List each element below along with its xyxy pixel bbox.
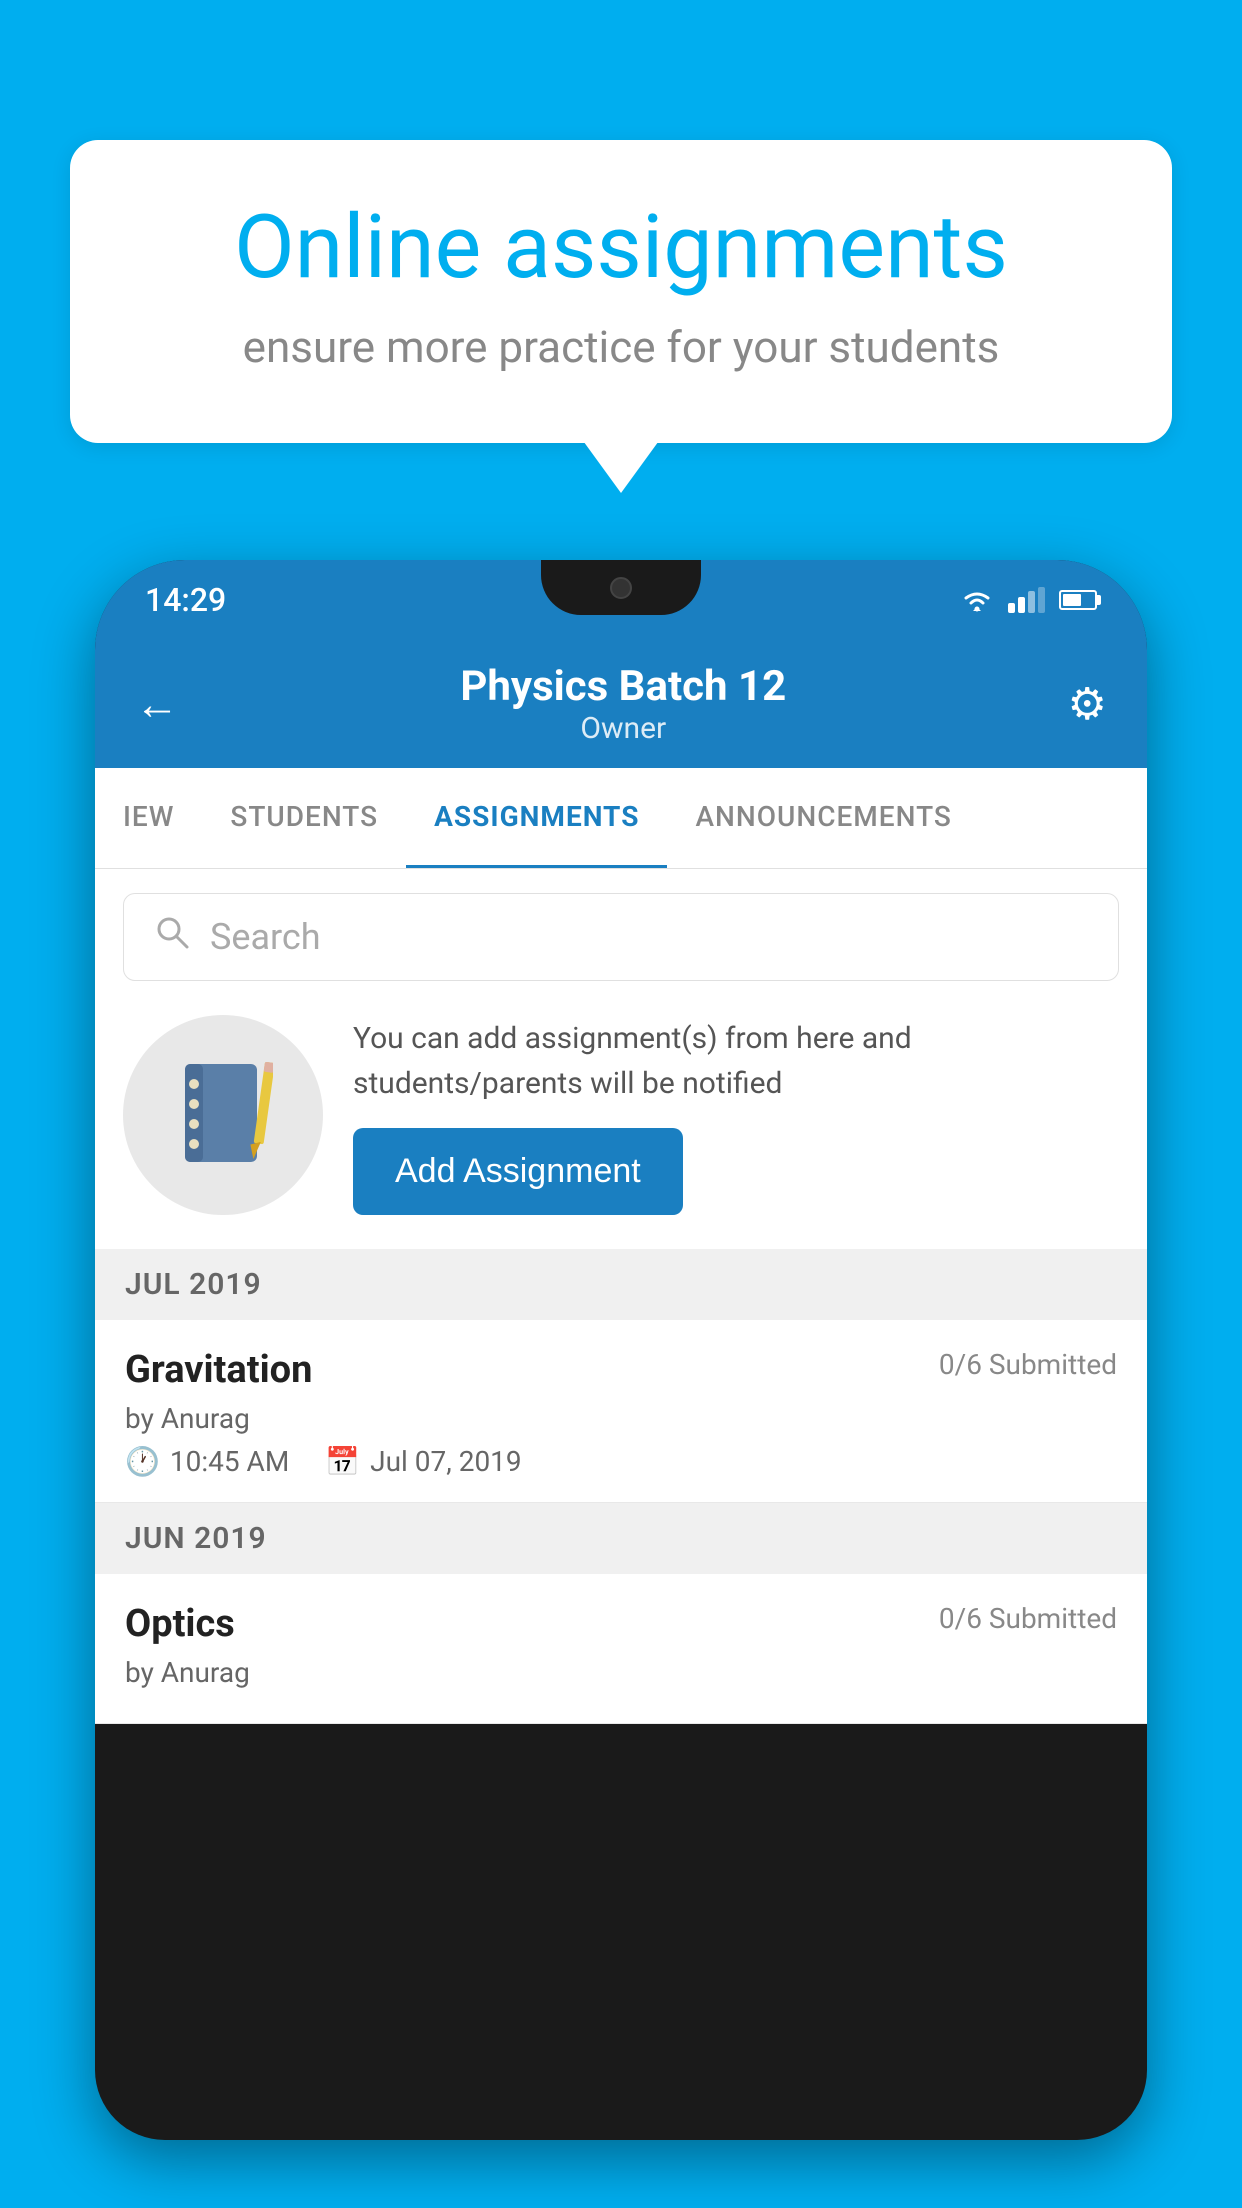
header-title-group: Physics Batch 12 Owner: [460, 662, 786, 746]
meta-date: 📅 Jul 07, 2019: [325, 1445, 521, 1478]
phone-wrapper: 14:29: [95, 560, 1147, 2208]
assignment-meta-gravitation: 🕐 10:45 AM 📅 Jul 07, 2019: [125, 1445, 1117, 1478]
assignment-date: Jul 07, 2019: [370, 1445, 522, 1478]
promo-text-group: You can add assignment(s) from here and …: [353, 1016, 1119, 1215]
promo-description: You can add assignment(s) from here and …: [353, 1016, 1119, 1106]
settings-icon[interactable]: ⚙: [1068, 678, 1107, 730]
assignment-title-gravitation: Gravitation: [125, 1348, 312, 1392]
phone-frame: 14:29: [95, 560, 1147, 2140]
speech-bubble-container: Online assignments ensure more practice …: [70, 140, 1172, 443]
phone-notch: [541, 560, 701, 615]
status-time: 14:29: [145, 581, 226, 619]
assignment-row-top-optics: Optics 0/6 Submitted: [125, 1602, 1117, 1646]
assignment-time: 10:45 AM: [170, 1445, 289, 1478]
notch-camera: [610, 577, 632, 599]
promo-block: You can add assignment(s) from here and …: [123, 1005, 1119, 1225]
speech-bubble-title: Online assignments: [150, 200, 1092, 297]
clock-icon: 🕐: [125, 1445, 160, 1478]
assignment-by-optics: by Anurag: [125, 1656, 1117, 1689]
wifi-icon: [960, 587, 994, 613]
back-button[interactable]: ←: [135, 678, 179, 730]
speech-bubble: Online assignments ensure more practice …: [70, 140, 1172, 443]
battery-icon: [1059, 590, 1097, 610]
search-icon: [154, 914, 190, 960]
content-area: Search: [95, 869, 1147, 1724]
battery-fill: [1063, 594, 1081, 606]
speech-bubble-subtitle: ensure more practice for your students: [150, 321, 1092, 373]
search-placeholder: Search: [210, 916, 321, 958]
calendar-icon: 📅: [325, 1445, 360, 1478]
section-header-jun: JUN 2019: [95, 1503, 1147, 1574]
search-bar[interactable]: Search: [123, 893, 1119, 981]
status-icons: [960, 587, 1097, 613]
header-title: Physics Batch 12: [460, 662, 786, 711]
app-header: ← Physics Batch 12 Owner ⚙: [95, 640, 1147, 768]
add-assignment-button[interactable]: Add Assignment: [353, 1128, 683, 1215]
assignment-row-top: Gravitation 0/6 Submitted: [125, 1348, 1117, 1392]
header-subtitle: Owner: [460, 711, 786, 746]
assignment-item-optics[interactable]: Optics 0/6 Submitted by Anurag: [95, 1574, 1147, 1724]
tab-iew[interactable]: IEW: [95, 768, 202, 868]
signal-icon: [1008, 587, 1045, 613]
tab-assignments[interactable]: ASSIGNMENTS: [406, 768, 667, 868]
section-header-jul: JUL 2019: [95, 1249, 1147, 1320]
phone-status-bar: 14:29: [95, 560, 1147, 640]
assignment-item-gravitation[interactable]: Gravitation 0/6 Submitted by Anurag 🕐 10…: [95, 1320, 1147, 1503]
assignment-submitted-optics: 0/6 Submitted: [939, 1602, 1117, 1635]
assignment-title-optics: Optics: [125, 1602, 235, 1646]
assignment-submitted-gravitation: 0/6 Submitted: [939, 1348, 1117, 1381]
tab-bar: IEW STUDENTS ASSIGNMENTS ANNOUNCEMENTS: [95, 768, 1147, 869]
promo-icon-circle: [123, 1015, 323, 1215]
meta-time: 🕐 10:45 AM: [125, 1445, 289, 1478]
notebook-pencil-icon: [173, 1060, 273, 1170]
tab-students[interactable]: STUDENTS: [202, 768, 406, 868]
tab-announcements[interactable]: ANNOUNCEMENTS: [667, 768, 979, 868]
assignment-by-gravitation: by Anurag: [125, 1402, 1117, 1435]
